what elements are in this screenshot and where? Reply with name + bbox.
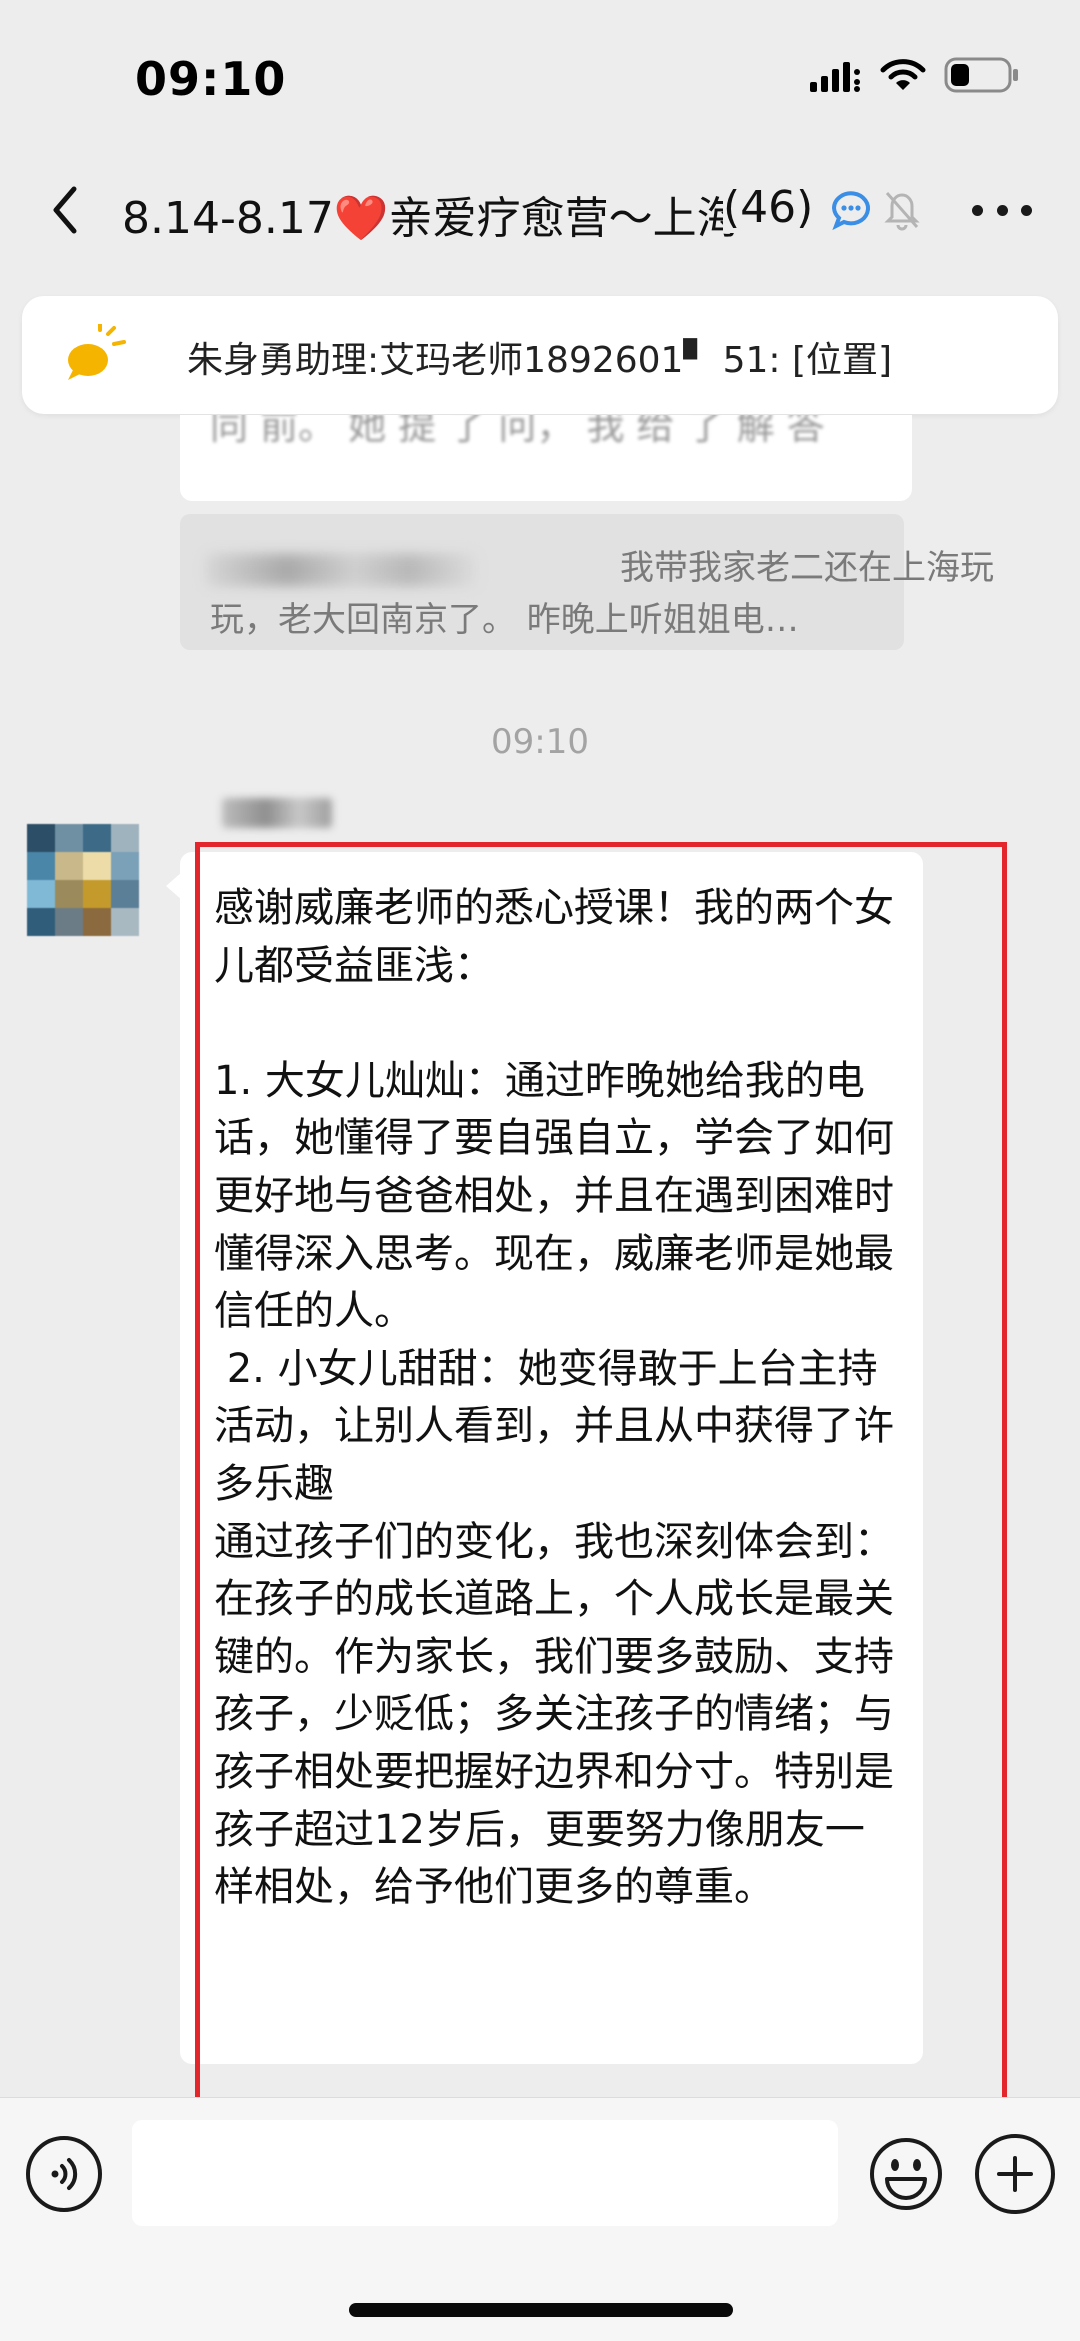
plus-icon[interactable]: [975, 2134, 1055, 2214]
battery-icon: [944, 57, 1018, 93]
message-timestamp: 09:10: [491, 722, 589, 762]
member-count: (46): [723, 182, 814, 233]
quote-line-1: 我带我家老二还在上海玩: [620, 548, 994, 588]
quoted-sender-redacted: [206, 554, 476, 586]
signal-icon: [810, 62, 860, 92]
chat-screen: 09:10 8.14-8.17❤️亲爱疗愈营～上海 (46) 朱身勇助理:艾玛老…: [0, 0, 1080, 2341]
pinned-announcement[interactable]: 朱身勇助理:艾玛老师1892601▘ 51: [位置]: [22, 296, 1058, 414]
avatar[interactable]: [27, 824, 139, 936]
quote-line-2: 玩，老大回南京了。 昨晚上听姐姐电…: [210, 600, 799, 640]
status-bar: 09:10: [0, 0, 1080, 150]
pinned-text: 朱身勇助理:艾玛老师1892601▘ 51: [位置]: [187, 340, 893, 381]
previous-message-bubble[interactable]: 同 前。 她 提 了 问， 我 给 了 解 答: [180, 415, 912, 501]
status-time: 09:10: [135, 52, 287, 106]
home-indicator[interactable]: [349, 2303, 733, 2317]
chat-bubble-icon: [831, 191, 870, 231]
title-status-icons: [828, 186, 922, 232]
mute-bell-icon: [884, 192, 920, 231]
sender-name-redacted: [222, 798, 332, 828]
chat-header: 8.14-8.17❤️亲爱疗愈营～上海 (46): [0, 160, 1080, 260]
quoted-message[interactable]: 我带我家老二还在上海玩 玩，老大回南京了。 昨晚上听姐姐电…: [180, 514, 994, 650]
message-input[interactable]: [132, 2120, 838, 2226]
announcement-icon: [68, 324, 126, 380]
heart-icon: ❤️: [333, 193, 389, 244]
previous-message-text: 同 前。 她 提 了 问， 我 给 了 解 答: [210, 415, 825, 448]
status-icons: [810, 56, 1020, 94]
chat-title: 8.14-8.17❤️亲爱疗愈营～上海: [122, 182, 822, 246]
emoji-icon[interactable]: [866, 2134, 946, 2214]
wifi-icon: [880, 59, 926, 90]
title-prefix: 8.14-8.17: [122, 193, 334, 244]
highlight-annotation: [195, 842, 1007, 2122]
voice-icon[interactable]: [26, 2136, 102, 2212]
back-icon[interactable]: [40, 180, 90, 240]
more-icon[interactable]: [972, 190, 1032, 230]
title-suffix: 亲爱疗愈营～上海: [388, 193, 741, 244]
